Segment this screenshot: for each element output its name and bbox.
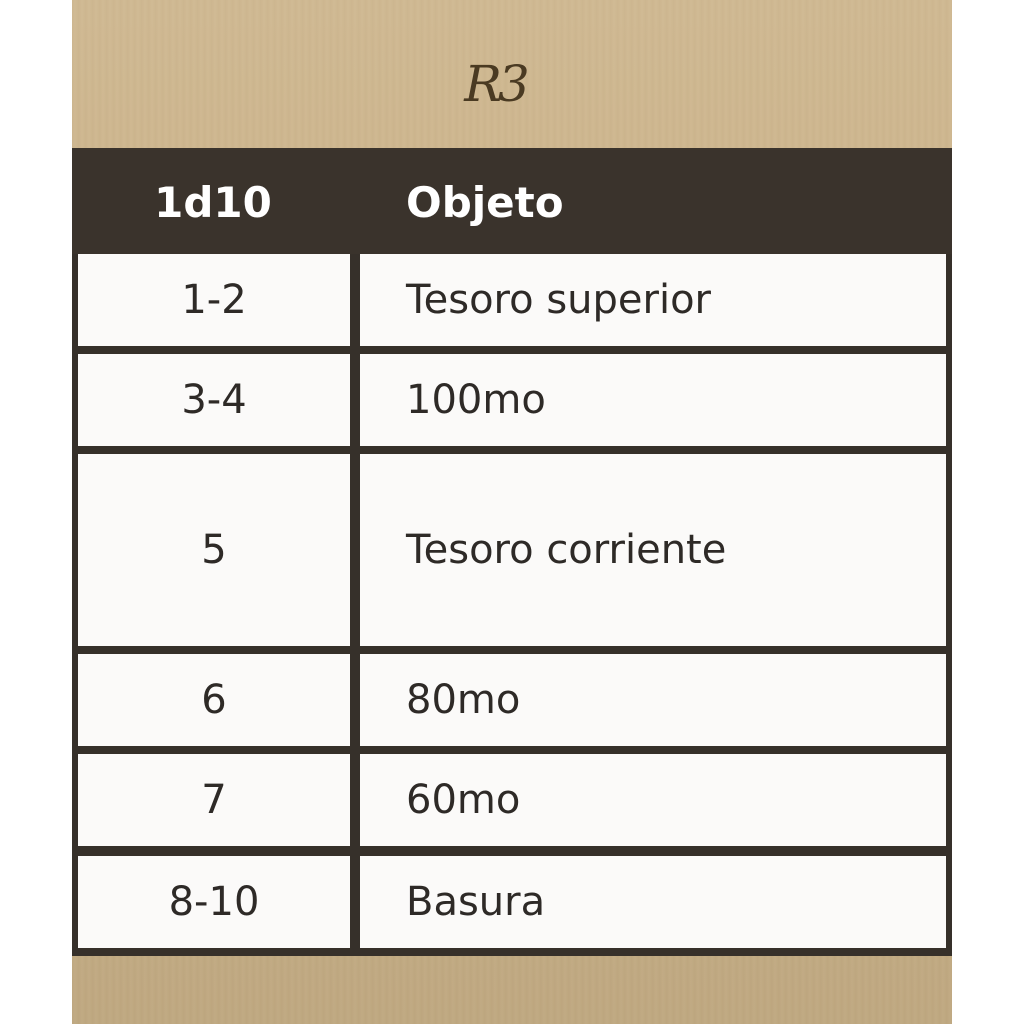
table-row: 8-10 Basura xyxy=(78,856,946,948)
table-header: 1d10 Objeto xyxy=(72,148,952,254)
table-row: 5 Tesoro corriente xyxy=(78,454,946,646)
table-row: 7 60mo xyxy=(78,754,946,846)
roll-cell: 8-10 xyxy=(78,856,350,948)
table-row: 3-4 100mo xyxy=(78,354,946,446)
item-cell: Tesoro corriente xyxy=(360,454,946,646)
card: R3 1d10 Objeto 1-2 Tesoro superior 3-4 1… xyxy=(72,0,952,1024)
item-cell: 60mo xyxy=(360,754,946,846)
loot-table: 1d10 Objeto 1-2 Tesoro superior 3-4 100m… xyxy=(72,148,952,956)
table-row: 6 80mo xyxy=(78,654,946,746)
roll-cell: 3-4 xyxy=(78,354,350,446)
roll-cell: 7 xyxy=(78,754,350,846)
r3-logo: R3 xyxy=(464,55,529,113)
header-roll: 1d10 xyxy=(154,178,272,227)
item-cell: Tesoro superior xyxy=(360,254,946,346)
roll-cell: 5 xyxy=(78,454,350,646)
item-cell: 100mo xyxy=(360,354,946,446)
roll-cell: 1-2 xyxy=(78,254,350,346)
roll-cell: 6 xyxy=(78,654,350,746)
header-item: Objeto xyxy=(406,178,564,227)
item-cell: Basura xyxy=(360,856,946,948)
item-cell: 80mo xyxy=(360,654,946,746)
table-row: 1-2 Tesoro superior xyxy=(78,254,946,346)
